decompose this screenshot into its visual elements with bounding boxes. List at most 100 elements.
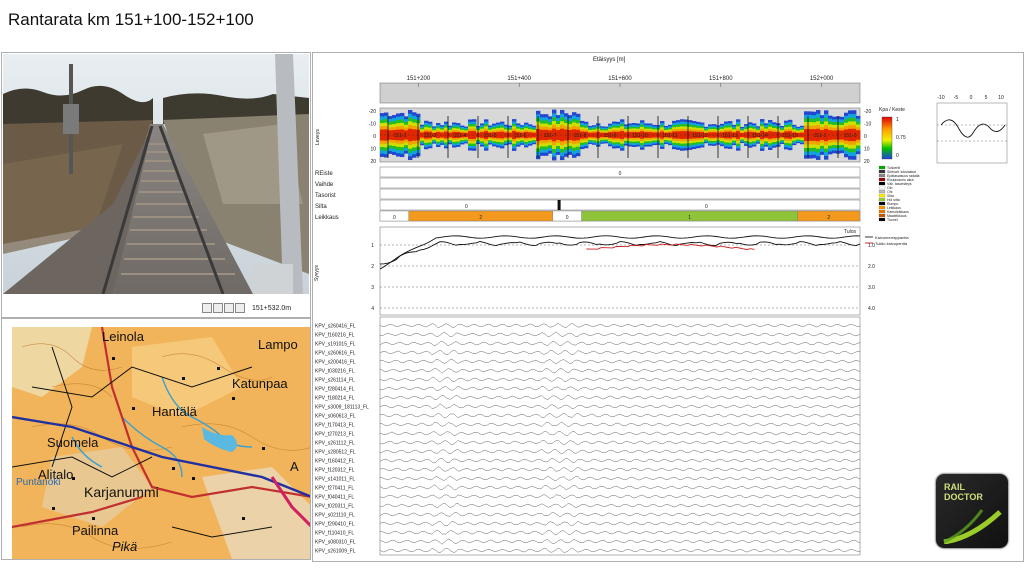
- profile-right-tick-label: 2.0: [868, 264, 875, 270]
- track-row-label: Leikkaus: [315, 215, 339, 221]
- heatmap-cell-label: 151-7: [544, 133, 557, 139]
- signal-label: KPV_s141011_FL: [315, 477, 355, 483]
- heatmap-cell-label: 151-2: [844, 133, 857, 139]
- map-panel[interactable]: Leinola Lampo Katunpaa Hantälä Suomela A…: [1, 318, 311, 560]
- photo-controls: 151+532.0m: [202, 303, 291, 313]
- signal-label: KPV_s261112_FL: [315, 441, 355, 447]
- silta-left-value: 0: [465, 204, 468, 210]
- viewer-canvas[interactable]: Etäisyys [m] 151+200 151+400 151+600 151+80…: [313, 53, 1021, 559]
- legend-swatch: [878, 213, 886, 218]
- signal-label: KPV_s261114_FL: [315, 378, 355, 384]
- signal-label: KPV_s261009_FL: [315, 549, 356, 555]
- heatmap-right-tick-label: 20: [864, 159, 870, 165]
- signal-label: KPV_f180214_FL: [315, 396, 355, 402]
- signal-label: KPV_f160216_FL: [315, 333, 355, 339]
- map-label-hantala: Hantälä: [152, 404, 197, 419]
- map-label-karjanummi: Karjanummi: [84, 484, 159, 500]
- signal-label: KPV_s021110_FL: [315, 513, 355, 519]
- heatmap-y-tick-label: -20: [369, 109, 376, 115]
- leikkaus-segment-value: 2: [479, 215, 482, 221]
- data-viewer: Etäisyys [m] 151+200 151+400 151+600 151+80…: [312, 52, 1024, 562]
- silta-right-value: 0: [705, 204, 708, 210]
- track-row-bar: [379, 188, 861, 200]
- heatmap-cell-label: 151-14: [752, 133, 768, 139]
- legend-swatch: [878, 173, 886, 178]
- map-label-lampo: Lampo: [258, 337, 298, 352]
- mini-tick-label: -10: [937, 95, 944, 101]
- legend-label: Tunnel: [887, 218, 898, 222]
- heatmap-cell-label: 151-10: [632, 133, 648, 139]
- legend-swatch: [878, 185, 886, 190]
- signal-label: KPV_s080310_FL: [315, 540, 356, 546]
- prev-frame-button[interactable]: [213, 303, 223, 313]
- colorbar-ticks: 1 0.75 0: [896, 117, 906, 159]
- heatmap-cell-label: 151-5: [484, 133, 497, 139]
- map-label-puntanoki: Puntanoki: [16, 477, 61, 488]
- profile-y-tick-label: 4: [371, 306, 374, 312]
- signal-label: KPV_t270213_FL: [315, 432, 355, 438]
- track-row-label: Tasorist: [315, 193, 336, 199]
- signal-label: KPV_s191015_FL: [315, 342, 356, 348]
- signal-label: KPV_t020311_FL: [315, 504, 354, 510]
- heatmap-cell-label: 151-8: [574, 133, 587, 139]
- mini-tick-label: 5: [985, 95, 988, 101]
- first-frame-button[interactable]: [202, 303, 212, 313]
- profile-y-tick-label: 2: [371, 264, 374, 270]
- last-frame-button[interactable]: [235, 303, 245, 313]
- track-row-label: Vaihde: [315, 182, 334, 188]
- map-label-a: A: [290, 459, 299, 474]
- signal-label: KPV_f120312_FL: [315, 468, 355, 474]
- track-photo-panel: 151+532.0m: [1, 52, 311, 318]
- colorbar: [881, 116, 893, 160]
- signal-label: KPV_s3009_181113_FL: [315, 405, 369, 411]
- heatmap-right-tick-label: 10: [864, 147, 870, 153]
- heatmap-cell-label: 151-13: [722, 133, 738, 139]
- heatmap-cell-label: 151-15: [782, 133, 798, 139]
- distance-axis-label: Etäisyys [m]: [593, 57, 626, 63]
- position-readout: 151+532.0m: [251, 304, 292, 312]
- colorbar-tick-label: 1: [896, 117, 899, 123]
- raildoctor-wordmark: RAIL DOCTOR: [944, 482, 983, 502]
- profile-tag: Tulos: [844, 229, 857, 235]
- legend-swatch: [878, 205, 886, 210]
- profile-legend-label: Tukilo kaivopentta: [875, 241, 908, 246]
- heatmap-left-label: Leveys: [315, 129, 321, 145]
- heatmap-cell-label: 151-9: [604, 133, 617, 139]
- mini-plot-frame: [936, 102, 1008, 164]
- km-tick-label: 151+600: [608, 76, 632, 82]
- legend-swatch: [878, 217, 886, 222]
- signal-label: KPV_f160412_FL: [315, 459, 355, 465]
- heatmap-right-tick-label: -10: [864, 122, 871, 128]
- heatmap-y-tick-label: 0: [373, 134, 376, 140]
- track-photo: [3, 54, 309, 294]
- signal-label: KPV_f170413_FL: [315, 423, 355, 429]
- signal-label: KPV_s260616_FL: [315, 351, 356, 357]
- leikkaus-segment-value: 0: [566, 215, 569, 221]
- signal-label: KPV_f110410_FL: [315, 531, 354, 537]
- signal-label: KPV_s280512_FL: [315, 450, 356, 456]
- map-label-katunpaa: Katunpaa: [232, 376, 288, 391]
- heatmap-right-tick-label: -20: [864, 109, 871, 115]
- signal-label: KPV_s260416_FL: [315, 324, 356, 330]
- heatmap-cell-label: 151-11: [662, 133, 677, 139]
- raildoctor-emblem: [943, 509, 1002, 544]
- mini-tick-label: 10: [998, 95, 1004, 101]
- signal-label: KPV_f040411_FL: [315, 495, 354, 501]
- heatmap-y-tick-label: 10: [370, 147, 376, 153]
- signal-label: KPV_f280414_FL: [315, 387, 355, 393]
- signal-label: KPV_f270411_FL: [315, 486, 354, 492]
- heatmap-cell-label: 151-12: [692, 133, 708, 139]
- legend-swatch: [878, 193, 886, 198]
- signal-label: KPV_s200416_FL: [315, 360, 356, 366]
- colorbar-title: Kpa / Keste: [879, 107, 905, 113]
- profile-right-tick-label: 4.0: [868, 306, 875, 312]
- km-tick-label: 151+800: [709, 76, 733, 82]
- map-label-leinola: Leinola: [102, 329, 144, 344]
- heatmap-cell-label: 151-6: [514, 133, 527, 139]
- heatmap-cell-label: 151-3: [424, 133, 437, 139]
- next-frame-button[interactable]: [224, 303, 234, 313]
- map-label-suomela: Suomela: [47, 435, 99, 450]
- profile-y-tick-label: 3: [371, 285, 374, 291]
- colorbar-tick-label: 0: [896, 153, 899, 159]
- signal-label: KPV_f290410_FL: [315, 522, 355, 528]
